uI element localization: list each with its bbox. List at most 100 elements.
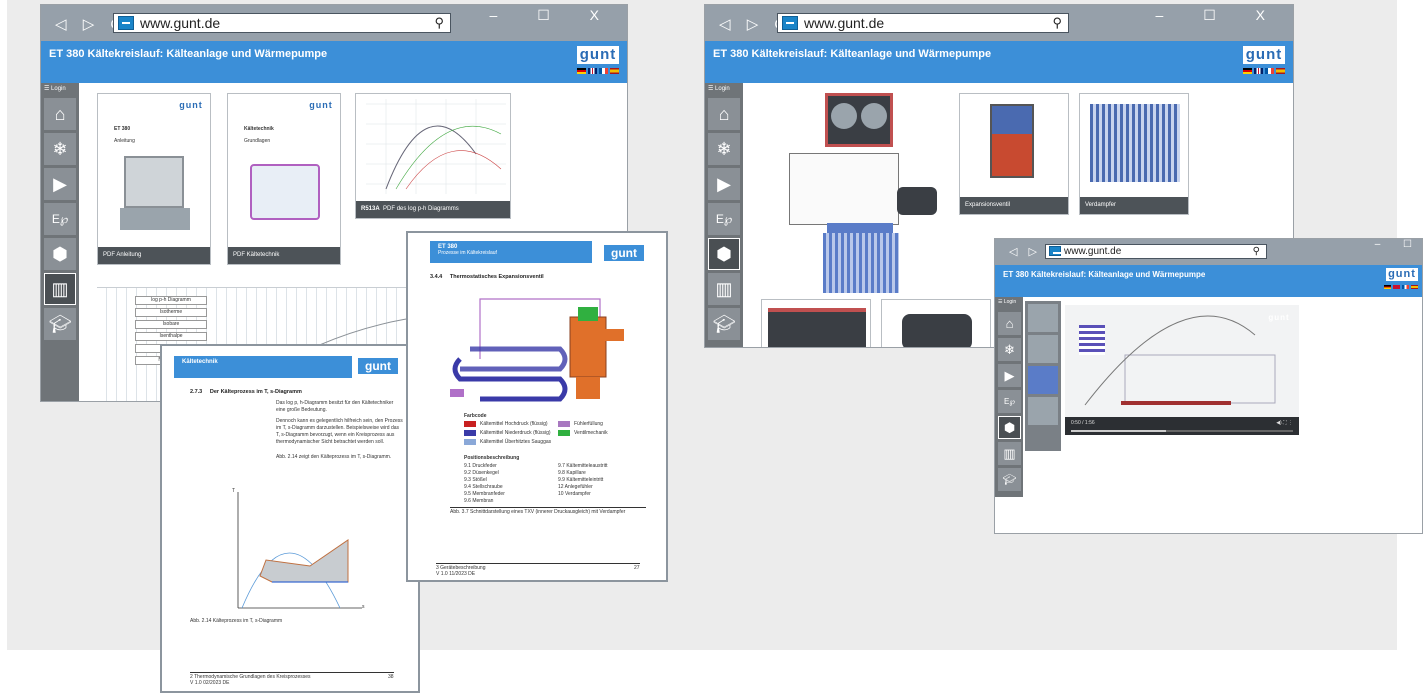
axis-label-y: T: [232, 488, 236, 494]
section-number: 3.4.4: [430, 274, 443, 280]
e-learning-icon[interactable]: E℘: [708, 203, 740, 235]
documents-icon[interactable]: ▥: [708, 273, 740, 305]
flag-fr-icon[interactable]: [599, 68, 608, 74]
gunt-logo: gunt: [577, 46, 619, 64]
footer-rule: [436, 563, 640, 564]
flag-fr-icon[interactable]: [1402, 285, 1409, 289]
video-thumbnails: [1025, 301, 1061, 451]
snowflake-icon[interactable]: ❄: [44, 133, 76, 165]
evaporator-thumbnail[interactable]: Verdampfer: [1079, 93, 1189, 215]
search-icon[interactable]: ⚲: [434, 14, 444, 32]
cube-icon[interactable]: ⬢: [708, 238, 740, 270]
legend-label: Kältemittel Niederdruck (flüssig): [480, 430, 551, 436]
legend-swatch: [464, 430, 476, 436]
condenser-image: [768, 308, 866, 347]
address-bar[interactable]: www.gunt.de ⚲: [777, 13, 1069, 33]
page-header: Kältetechnik: [174, 356, 352, 378]
page-number: 27: [634, 565, 640, 571]
section-heading: 2.7.3 Der Kälteprozess im T, s-Diagramm: [190, 388, 302, 396]
snowflake-icon[interactable]: ❄: [998, 338, 1021, 361]
evaporator-image: [1090, 104, 1180, 182]
login-link[interactable]: ☰ Login: [995, 297, 1023, 309]
e-learning-icon[interactable]: E℘: [998, 390, 1021, 413]
position-item: 9.7 Kältemitteleaustritt: [558, 463, 608, 469]
browser-window-video: ◁ ▷ C www.gunt.de ⚲ – ☐ ET 380 Kältekrei…: [994, 238, 1423, 534]
thumb-caption: PDF Kältetechnik: [228, 247, 340, 264]
manual-thumbnail[interactable]: gunt ET 380 Anleitung PDF Anleitung: [97, 93, 211, 265]
gunt-logo: gunt: [1386, 268, 1418, 281]
address-bar[interactable]: www.gunt.de ⚲: [113, 13, 451, 33]
video-player[interactable]: gunt 0:50 / 1:56 ◀) ⛶ ⋮: [1065, 305, 1299, 435]
login-link[interactable]: ☰ Login: [705, 83, 743, 95]
window-controls[interactable]: – ☐ X: [1156, 7, 1283, 24]
video-thumb[interactable]: [1028, 366, 1058, 394]
video-thumb[interactable]: [1028, 304, 1058, 332]
flag-en-icon[interactable]: [1254, 68, 1263, 74]
legend-item: Kältemittel Hochdruck (flüssig): [464, 421, 554, 428]
section-title: Thermostatisches Expansionsventil: [449, 274, 544, 280]
flag-es-icon[interactable]: [1411, 285, 1418, 289]
refrigeration-thumbnail[interactable]: gunt Kältetechnik Grundlagen PDF Kältete…: [227, 93, 341, 265]
documents-icon[interactable]: ▥: [44, 273, 76, 305]
expansion-valve-thumbnail[interactable]: Expansionsventil: [959, 93, 1069, 215]
documents-icon[interactable]: ▥: [998, 442, 1021, 465]
login-link[interactable]: ☰ Login: [41, 83, 79, 95]
section-title: Der Kälteprozess im T, s-Diagramm: [209, 389, 302, 395]
home-icon[interactable]: ⌂: [44, 98, 76, 130]
flag-en-icon[interactable]: [588, 68, 597, 74]
play-icon[interactable]: ▶: [708, 168, 740, 200]
flag-fr-icon[interactable]: [1265, 68, 1274, 74]
flag-es-icon[interactable]: [610, 68, 619, 74]
condenser-thumbnail[interactable]: [761, 299, 871, 347]
legend-item: Kältemittel Niederdruck (flüssig): [464, 430, 554, 437]
flag-en-icon[interactable]: [1393, 285, 1400, 289]
ts-diagram: [237, 492, 362, 609]
search-icon[interactable]: ⚲: [1052, 14, 1062, 32]
language-flags[interactable]: [577, 68, 619, 74]
thumb-caption-text: PDF des log p-h Diagramms: [383, 206, 459, 212]
doc-sub: Grundlagen: [244, 138, 271, 144]
language-flags[interactable]: [1243, 68, 1285, 74]
flag-de-icon[interactable]: [577, 68, 586, 74]
gunt-favicon-icon: [118, 16, 134, 30]
video-thumb[interactable]: [1028, 397, 1058, 425]
window-controls[interactable]: – ☐ X: [490, 7, 617, 24]
video-controls[interactable]: ◀) ⛶ ⋮: [1276, 420, 1293, 426]
flag-es-icon[interactable]: [1276, 68, 1285, 74]
browser-chrome: ◁ ▷ C www.gunt.de ⚲ – ☐ X: [41, 5, 627, 41]
cube-icon[interactable]: ⬢: [44, 238, 76, 270]
window-controls[interactable]: – ☐: [1375, 239, 1422, 250]
app-header: ET 380 Kältekreislauf: Kälteanlage und W…: [995, 265, 1422, 297]
graduation-cap-icon[interactable]: 🎓︎: [44, 308, 76, 340]
position-item: 9.5 Membranfeder: [464, 491, 505, 497]
home-icon[interactable]: ⌂: [708, 98, 740, 130]
video-control-bar[interactable]: 0:50 / 1:56 ◀) ⛶ ⋮: [1065, 417, 1299, 435]
play-icon[interactable]: ▶: [44, 168, 76, 200]
logph-thumbnail[interactable]: R513A PDF des log p-h Diagramms: [355, 93, 511, 219]
position-item: 9.4 Stellschraube: [464, 484, 503, 490]
gunt-favicon-icon: [782, 16, 798, 30]
snowflake-icon[interactable]: ❄: [708, 133, 740, 165]
address-bar[interactable]: www.gunt.de ⚲: [1045, 244, 1267, 259]
cube-icon[interactable]: ⬢: [998, 416, 1021, 439]
app-title: ET 380 Kältekreislauf: Kälteanlage und W…: [713, 48, 992, 60]
footer-version: V 1.0 02/2023 DE: [190, 680, 230, 686]
video-thumb[interactable]: [1028, 335, 1058, 363]
graduation-cap-icon[interactable]: 🎓︎: [998, 468, 1021, 491]
e-learning-icon[interactable]: E℘: [44, 203, 76, 235]
sidebar: ☰ Login ⌂ ❄ ▶ E℘ ⬢ ▥ 🎓︎: [41, 83, 79, 401]
compressor-thumbnail[interactable]: [881, 299, 991, 347]
graduation-cap-icon[interactable]: 🎓︎: [708, 308, 740, 340]
language-flags[interactable]: [1384, 285, 1418, 289]
browser-chrome: ◁ ▷ C www.gunt.de ⚲ – ☐: [995, 239, 1422, 265]
flag-de-icon[interactable]: [1243, 68, 1252, 74]
valve-detail: [897, 187, 937, 215]
app-header: ET 380 Kältekreislauf: Kälteanlage und W…: [41, 41, 627, 83]
search-icon[interactable]: ⚲: [1253, 245, 1260, 258]
legend-swatch: [558, 430, 570, 436]
play-icon[interactable]: ▶: [998, 364, 1021, 387]
home-icon[interactable]: ⌂: [998, 312, 1021, 335]
legend-item: Ventilmechanik: [558, 430, 648, 437]
flag-de-icon[interactable]: [1384, 285, 1391, 289]
video-progress-bar[interactable]: [1071, 430, 1293, 432]
